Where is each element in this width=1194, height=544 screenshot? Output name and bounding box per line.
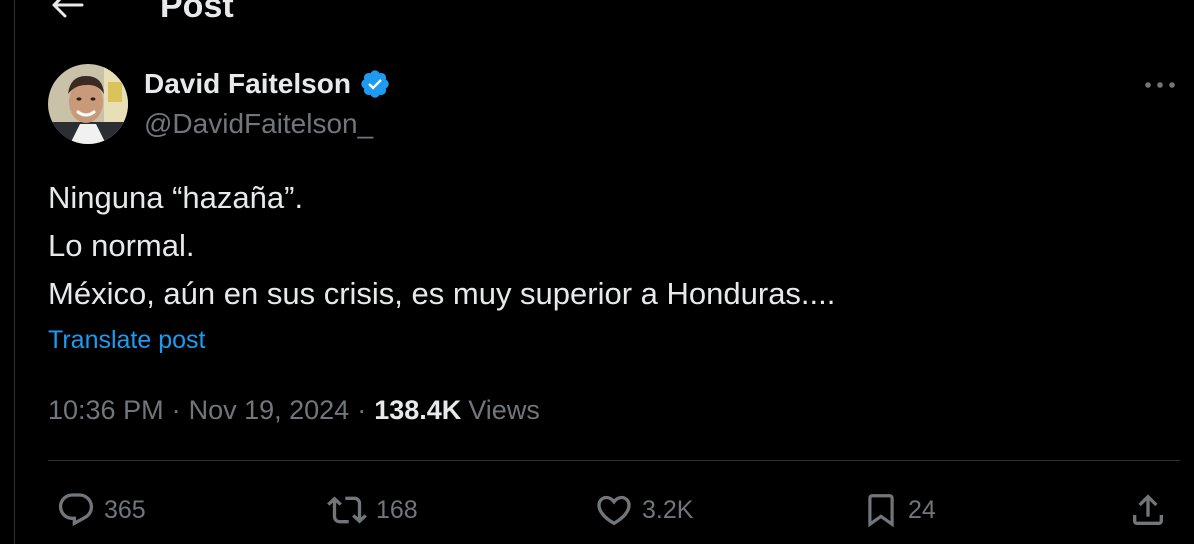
reply-button[interactable]: 365 — [56, 486, 146, 534]
post-line: México, aún en sus crisis, es muy superi… — [48, 276, 836, 311]
post-date[interactable]: Nov 19, 2024 — [189, 395, 350, 426]
author-name[interactable]: David Faitelson — [144, 66, 351, 102]
repost-button[interactable]: 168 — [326, 486, 418, 534]
verified-badge-icon[interactable] — [359, 68, 391, 100]
share-icon — [1133, 494, 1163, 525]
reply-count: 365 — [104, 495, 146, 524]
like-count: 3.2K — [642, 495, 694, 524]
like-button[interactable]: 3.2K — [594, 486, 693, 534]
views-label[interactable]: Views — [468, 395, 540, 426]
repost-icon — [327, 496, 367, 524]
bookmark-icon — [868, 494, 894, 528]
post-time[interactable]: 10:36 PM — [48, 395, 164, 426]
divider — [48, 460, 1180, 461]
author-handle[interactable]: @DavidFaitelson_ — [144, 106, 373, 142]
arrow-left-icon — [52, 0, 84, 18]
more-dots-icon — [1145, 82, 1175, 88]
bookmark-count: 24 — [908, 495, 936, 524]
more-options-button[interactable] — [1140, 70, 1180, 100]
bookmark-button[interactable]: 24 — [862, 486, 936, 534]
meta-separator: · — [171, 394, 181, 425]
post-line: Ninguna “hazaña”. — [48, 180, 304, 215]
post-line: Lo normal. — [48, 228, 195, 263]
post-text: Ninguna “hazaña”. Lo normal. México, aún… — [48, 174, 1148, 318]
post-meta: 10:36 PM · Nov 19, 2024 · 138.4K Views — [48, 388, 540, 432]
page-title: Post — [160, 0, 234, 25]
avatar[interactable] — [48, 64, 128, 144]
post-header: Post — [0, 0, 1194, 30]
reply-icon — [58, 493, 94, 527]
author-name-row: David Faitelson — [144, 66, 391, 102]
heart-icon — [597, 495, 631, 526]
translate-post-link[interactable]: Translate post — [48, 322, 205, 358]
repost-count: 168 — [376, 495, 418, 524]
column-border — [14, 0, 15, 544]
back-button[interactable] — [48, 0, 88, 24]
meta-separator: · — [357, 394, 367, 425]
avatar-image — [48, 64, 128, 144]
share-button[interactable] — [1128, 486, 1168, 534]
views-count[interactable]: 138.4K — [374, 395, 461, 426]
